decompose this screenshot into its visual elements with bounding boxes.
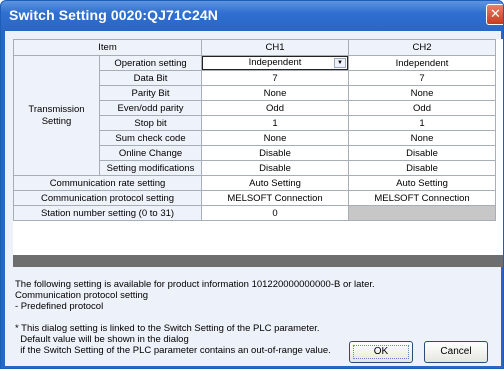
note-line: Communication protocol setting xyxy=(15,290,149,301)
operation-setting-ch1-dropdown[interactable]: Independent ▼ xyxy=(202,56,348,70)
row-label-stop-bit: Stop bit xyxy=(98,115,203,131)
dropdown-arrow-icon[interactable]: ▼ xyxy=(334,58,347,68)
switch-setting-dialog: Switch Setting 0020:QJ71C24N ✕ Item CH1 … xyxy=(0,0,504,369)
horizontal-scrollbar[interactable] xyxy=(13,255,503,267)
row-label-sum-check-code: Sum check code xyxy=(98,130,203,146)
transmission-label-line1: Transmission xyxy=(28,103,85,115)
cell-ch2-setting-modifications[interactable]: Disable xyxy=(348,160,497,176)
cell-ch2-communication-rate[interactable]: Auto Setting xyxy=(348,175,497,191)
row-label-even-odd-parity: Even/odd parity xyxy=(98,100,203,116)
row-label-operation-setting: Operation setting xyxy=(98,55,203,71)
cell-ch2-parity-bit[interactable]: None xyxy=(348,85,497,101)
header-item: Item xyxy=(12,39,203,56)
grid-header-row: Item CH1 CH2 xyxy=(12,39,497,56)
cell-ch1-even-odd-parity[interactable]: Odd xyxy=(201,100,350,116)
cell-ch2-stop-bit[interactable]: 1 xyxy=(348,115,497,131)
cell-ch1-communication-rate[interactable]: Auto Setting xyxy=(201,175,350,191)
cell-ch1-parity-bit[interactable]: None xyxy=(201,85,350,101)
title-bar[interactable]: Switch Setting 0020:QJ71C24N ✕ xyxy=(1,1,503,31)
table-row: Communication protocol setting MELSOFT C… xyxy=(12,190,497,206)
close-button[interactable]: ✕ xyxy=(486,4,503,25)
ok-button[interactable]: OK xyxy=(349,341,413,363)
header-ch1: CH1 xyxy=(201,39,350,56)
cell-ch2-operation-setting[interactable]: Independent xyxy=(348,55,497,71)
cell-ch2-sum-check-code[interactable]: None xyxy=(348,130,497,146)
settings-grid-panel: Item CH1 CH2 Transmission Setting Operat… xyxy=(12,39,503,255)
note-line: if the Switch Setting of the PLC paramet… xyxy=(15,345,331,356)
cell-ch2-data-bit[interactable]: 7 xyxy=(348,70,497,86)
cell-ch1-operation-setting[interactable]: Independent ▼ xyxy=(201,55,350,71)
cell-ch2-communication-protocol[interactable]: MELSOFT Connection xyxy=(348,190,497,206)
row-label-setting-modifications: Setting modifications xyxy=(98,160,203,176)
settings-grid: Item CH1 CH2 Transmission Setting Operat… xyxy=(12,39,497,221)
row-label-station-number: Station number setting (0 to 31) xyxy=(12,205,203,221)
dialog-title: Switch Setting 0020:QJ71C24N xyxy=(9,7,218,23)
cell-ch2-online-change[interactable]: Disable xyxy=(348,145,497,161)
dropdown-value: Independent xyxy=(248,57,302,68)
cancel-button[interactable]: Cancel xyxy=(424,341,488,363)
row-label-online-change: Online Change xyxy=(98,145,203,161)
notes-text: The following setting is available for p… xyxy=(15,279,375,356)
row-label-parity-bit: Parity Bit xyxy=(98,85,203,101)
cell-ch1-sum-check-code[interactable]: None xyxy=(201,130,350,146)
header-ch2: CH2 xyxy=(348,39,497,56)
transmission-setting-group-label: Transmission Setting xyxy=(13,55,100,176)
note-line: Default value will be shown in the dialo… xyxy=(15,334,189,345)
table-row: Transmission Setting Operation setting I… xyxy=(13,55,497,176)
cancel-button-label: Cancel xyxy=(440,346,472,357)
table-row: Station number setting (0 to 31) 0 xyxy=(12,205,497,221)
row-label-communication-rate: Communication rate setting xyxy=(12,175,203,191)
cell-ch1-data-bit[interactable]: 7 xyxy=(201,70,350,86)
cell-ch2-even-odd-parity[interactable]: Odd xyxy=(348,100,497,116)
note-line: The following setting is available for p… xyxy=(15,279,375,290)
row-label-data-bit: Data Bit xyxy=(98,70,203,86)
dialog-client-area: Item CH1 CH2 Transmission Setting Operat… xyxy=(5,31,503,366)
close-icon: ✕ xyxy=(490,7,501,22)
cell-ch1-setting-modifications[interactable]: Disable xyxy=(201,160,350,176)
cell-ch1-stop-bit[interactable]: 1 xyxy=(201,115,350,131)
row-label-communication-protocol: Communication protocol setting xyxy=(12,190,203,206)
note-line: - Predefined protocol xyxy=(15,301,104,312)
cell-ch1-online-change[interactable]: Disable xyxy=(201,145,350,161)
table-row: Communication rate setting Auto Setting … xyxy=(12,175,497,191)
cell-ch1-station-number[interactable]: 0 xyxy=(201,205,350,221)
transmission-label-line2: Setting xyxy=(41,115,72,127)
note-line: * This dialog setting is linked to the S… xyxy=(15,323,320,334)
focus-indicator xyxy=(353,345,409,359)
cell-ch1-communication-protocol[interactable]: MELSOFT Connection xyxy=(201,190,350,206)
cell-ch2-station-number-disabled xyxy=(348,205,497,221)
